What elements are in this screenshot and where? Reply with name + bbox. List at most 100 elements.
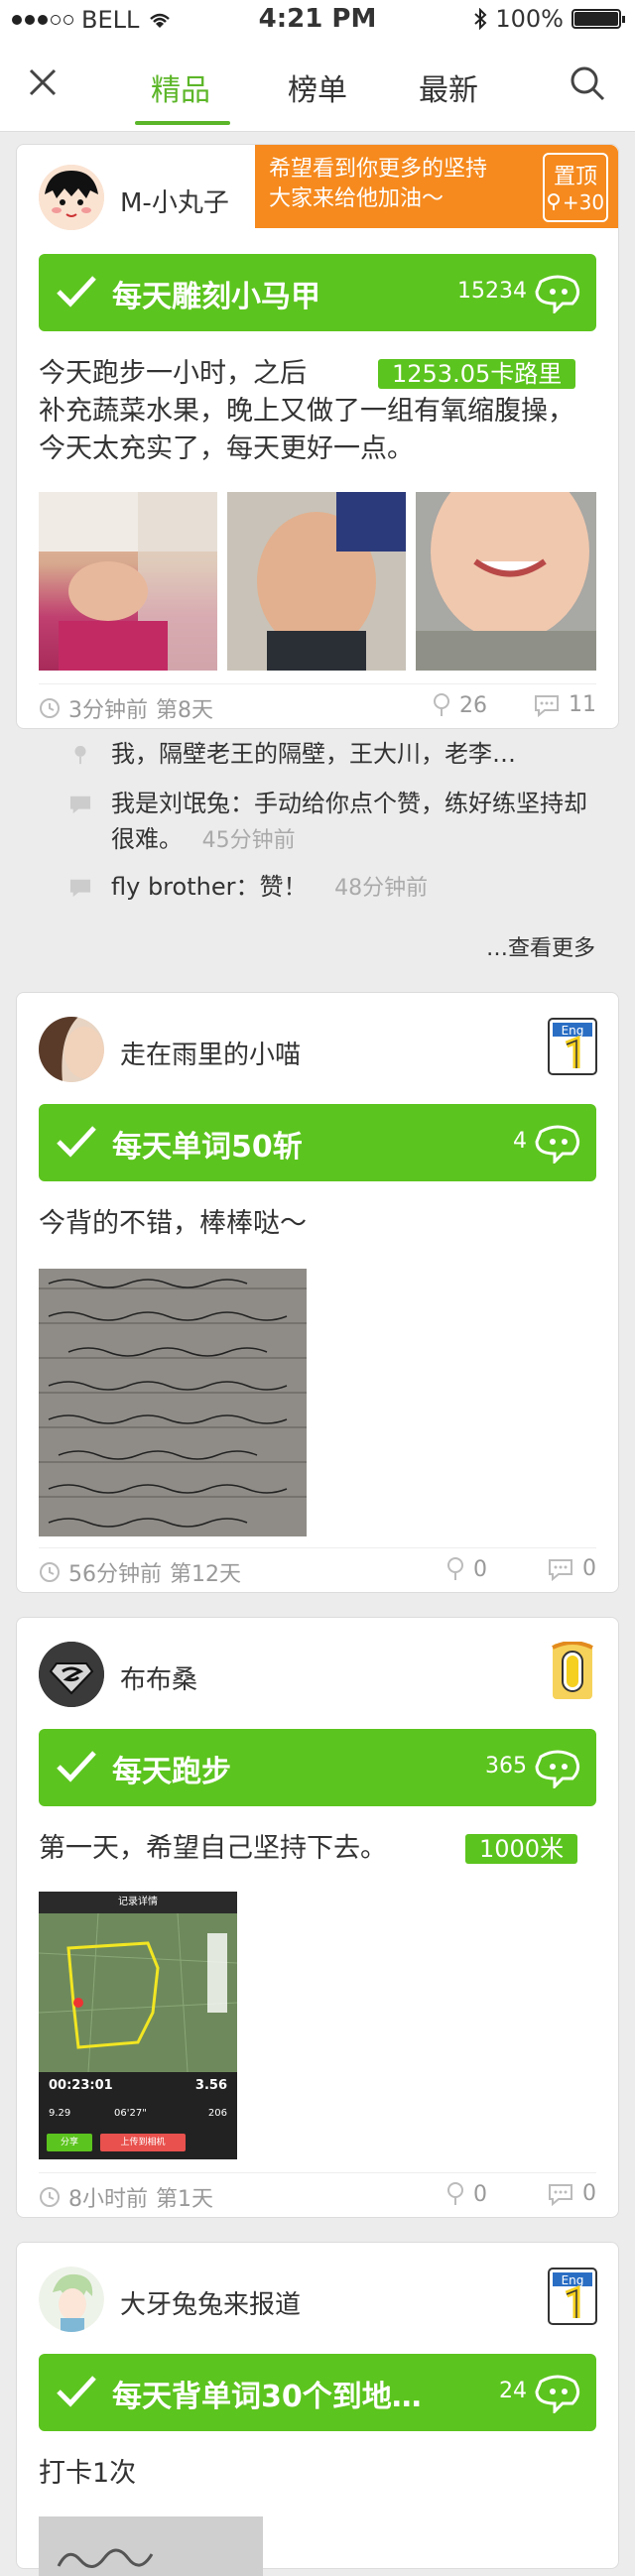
- post-card[interactable]: 大牙兔兔来报道 Eng 每天背单词30个到地… 24 打卡1次: [16, 2242, 619, 2576]
- comment-time: 48分钟前: [334, 876, 429, 901]
- screenshot-title: 记录详情: [39, 1892, 237, 1913]
- goal-count: 24: [499, 2379, 527, 2403]
- promo-line-2: 大家来给他加油～: [269, 186, 444, 211]
- goal-bar[interactable]: 每天跑步 365: [39, 1729, 596, 1806]
- pin-points: +30: [562, 190, 605, 214]
- time-ago: 8小时前: [68, 2187, 148, 2212]
- cheer-icon[interactable]: [533, 2374, 582, 2413]
- clock-icon: [40, 698, 60, 718]
- post-meta: 8小时前 第1天 0 0: [39, 2181, 596, 2212]
- goal-title: 每天跑步: [112, 1755, 231, 1789]
- goal-count: 15234: [457, 279, 527, 304]
- battery-icon: [572, 9, 625, 29]
- time-ago: 56分钟前: [68, 1562, 162, 1587]
- pin-button[interactable]: 置顶 +30: [543, 153, 608, 222]
- comment-button[interactable]: 11: [533, 692, 596, 717]
- svg-text:Eng: Eng: [562, 2273, 584, 2287]
- goal-count: 365: [485, 1754, 527, 1779]
- day-count: 第12天: [170, 1562, 241, 1587]
- username[interactable]: 布布桑: [120, 1659, 197, 1696]
- divider: [39, 683, 596, 684]
- pin-like-icon: [447, 1557, 463, 1580]
- cheer-icon[interactable]: [533, 274, 582, 313]
- post-card[interactable]: 走在雨里的小喵 Eng 每天单词50斩 4 今背的不错，棒棒哒～ 56分钟前 第…: [16, 992, 619, 1593]
- avatar[interactable]: [39, 165, 104, 230]
- tab-ranking[interactable]: 榜单: [288, 65, 347, 109]
- status-bar: BELL 4:21 PM 100%: [0, 0, 635, 40]
- avatar[interactable]: [39, 1017, 104, 1082]
- post-text: 打卡1次: [39, 2458, 137, 2489]
- pin-like-icon: [74, 745, 86, 765]
- goal-count: 4: [513, 1129, 527, 1154]
- eng-badge-icon[interactable]: Eng: [547, 1017, 598, 1076]
- comment-count: 11: [569, 692, 596, 717]
- comment-count: 0: [582, 2181, 596, 2206]
- comment-icon: [549, 2183, 572, 2206]
- post-photo[interactable]: [39, 1269, 307, 1536]
- post-text-line-1: 今天跑步一小时，之后: [39, 358, 307, 389]
- divider: [39, 2172, 596, 2173]
- time-ago: 3分钟前: [68, 698, 148, 723]
- comment-icon: [549, 1558, 572, 1581]
- goal-bar[interactable]: 每天雕刻小马甲 15234: [39, 254, 596, 331]
- cheer-icon[interactable]: [533, 1749, 582, 1788]
- goal-title: 每天雕刻小马甲: [112, 280, 320, 314]
- comment-author[interactable]: 我是刘氓兔：: [111, 790, 254, 817]
- check-icon: [57, 1126, 96, 1158]
- goal-bar[interactable]: 每天单词50斩 4: [39, 1104, 596, 1181]
- view-more-link[interactable]: …查看更多: [486, 930, 595, 962]
- running-badge-icon[interactable]: [547, 1642, 598, 1701]
- goal-title: 每天背单词30个到地…: [112, 2380, 422, 2414]
- pin-icon: [547, 193, 560, 210]
- like-button[interactable]: 0: [445, 1556, 487, 1582]
- clock-icon: [40, 1562, 60, 1582]
- run-stat-3: 206: [207, 2108, 227, 2119]
- post-photo[interactable]: [227, 492, 406, 671]
- run-duration: 00:23:01: [49, 2078, 113, 2093]
- top-navigation: 精品 榜单 最新: [0, 40, 635, 132]
- comment-icon: [69, 879, 91, 898]
- divider: [39, 1547, 596, 1548]
- cheer-icon[interactable]: [533, 1124, 582, 1164]
- post-photo[interactable]: 记录详情 00:23:01 3.56 9.29 06'27" 206 分享 上传…: [39, 1892, 237, 2159]
- pin-label: 置顶: [553, 165, 597, 189]
- check-icon: [57, 2376, 96, 2407]
- pin-like-icon: [447, 2182, 463, 2205]
- comment-button[interactable]: 0: [547, 2181, 596, 2206]
- post-card[interactable]: 布布桑 每天跑步 365 第一天，希望自己坚持下去。 1000米 记录详情 00…: [16, 1617, 619, 2218]
- bluetooth-icon: [474, 8, 487, 30]
- post-photo[interactable]: [39, 492, 217, 671]
- avatar[interactable]: [39, 1642, 104, 1707]
- metric-badge: 1000米: [465, 1834, 578, 1864]
- comment-author[interactable]: fly brother：: [111, 873, 259, 901]
- like-button[interactable]: 0: [445, 2181, 487, 2207]
- metric-badge: 1253.05卡路里: [378, 359, 576, 389]
- check-icon: [57, 1751, 96, 1782]
- username[interactable]: 大牙兔兔来报道: [120, 2284, 301, 2321]
- comment-text: 赞！: [259, 873, 308, 901]
- username[interactable]: 走在雨里的小喵: [120, 1035, 301, 1071]
- like-count: 0: [473, 2181, 487, 2207]
- check-icon: [57, 276, 96, 307]
- tab-latest[interactable]: 最新: [419, 65, 478, 109]
- goal-bar[interactable]: 每天背单词30个到地… 24: [39, 2354, 596, 2431]
- search-icon[interactable]: [568, 63, 607, 103]
- like-count: 26: [459, 692, 487, 718]
- active-tab-indicator: [135, 121, 230, 125]
- post-photo[interactable]: [39, 2516, 263, 2576]
- post-meta: 56分钟前 第12天 0 0: [39, 1556, 596, 1587]
- like-button[interactable]: 26: [432, 692, 487, 718]
- post-photo[interactable]: [416, 492, 596, 671]
- eng-badge-icon[interactable]: Eng: [547, 2267, 598, 2326]
- promo-banner[interactable]: 希望看到你更多的坚持 大家来给他加油～ 置顶 +30: [255, 145, 618, 228]
- run-stat-2: 06'27": [114, 2108, 147, 2119]
- day-count: 第1天: [156, 2187, 213, 2212]
- promo-line-1: 希望看到你更多的坚持: [269, 157, 488, 182]
- username[interactable]: M-小丸子: [120, 183, 229, 219]
- comment-count: 0: [582, 1556, 596, 1581]
- comment-button[interactable]: 0: [547, 1556, 596, 1581]
- tab-featured[interactable]: 精品: [151, 65, 210, 109]
- avatar[interactable]: [39, 2267, 104, 2332]
- svg-text:Eng: Eng: [562, 1024, 584, 1038]
- post-card[interactable]: M-小丸子 希望看到你更多的坚持 大家来给他加油～ 置顶 +30 每天雕刻小马甲…: [16, 144, 619, 729]
